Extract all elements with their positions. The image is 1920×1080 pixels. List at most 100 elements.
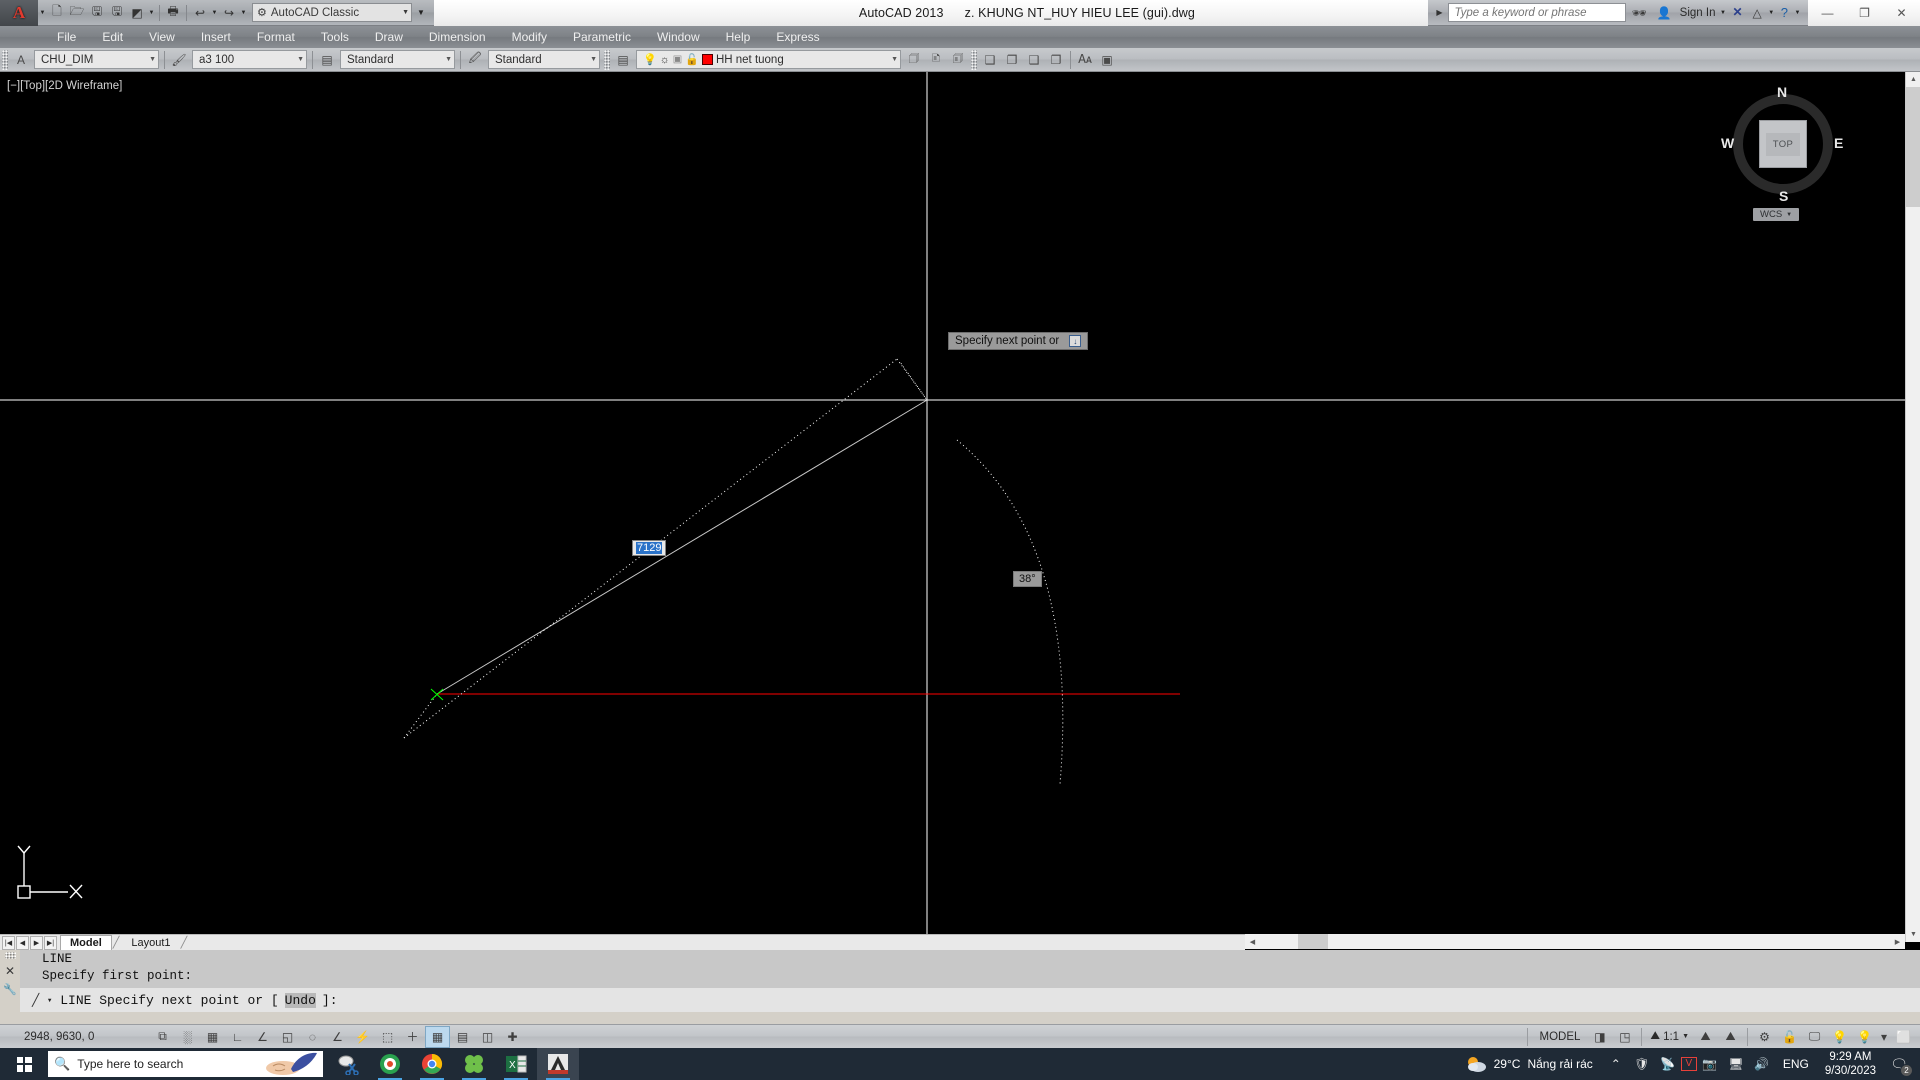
next-layout-icon[interactable]: ▶	[30, 935, 43, 950]
menu-modify[interactable]: Modify	[499, 28, 560, 46]
view-cube-face[interactable]: TOP	[1759, 120, 1807, 168]
sign-in-label[interactable]: Sign In	[1677, 7, 1719, 19]
chevron-down-icon[interactable]: ▼	[396, 9, 409, 16]
chevron-down-icon[interactable]: ▼	[885, 56, 898, 63]
open-file-icon[interactable]: 🗁	[67, 2, 87, 24]
status-auto-scale[interactable]: ⛰	[1718, 1026, 1743, 1048]
redo-icon[interactable]: ↪	[219, 2, 239, 24]
status-lightbulb-icon[interactable]: 💡	[1852, 1026, 1877, 1048]
dimension-style-combo[interactable]: a3 100 ▼	[192, 50, 307, 69]
table-style-icon[interactable]: ▤	[316, 49, 338, 70]
volume-icon[interactable]: 🔊	[1749, 1048, 1775, 1080]
chevron-down-icon[interactable]: ▼	[143, 56, 156, 63]
language-indicator[interactable]: ENG	[1775, 1057, 1817, 1071]
status-grid-display[interactable]: ░	[175, 1026, 200, 1048]
drawing-canvas[interactable]: [−][Top][2D Wireframe] Specify next poin…	[0, 72, 1905, 942]
horizontal-scroll-thumb[interactable]	[1298, 934, 1328, 949]
status-selection-cycling[interactable]: ◫	[475, 1026, 500, 1048]
down-arrow-key-hint-icon[interactable]: ↓	[1069, 335, 1082, 347]
status-ortho-mode[interactable]: ∟	[225, 1026, 250, 1048]
draworder-options-icon[interactable]: ▣	[1096, 49, 1118, 70]
view-cube[interactable]: N S W E TOP WCS ▼	[1713, 82, 1853, 232]
annotation-scale-selector[interactable]: ⛰ 1:1 ▼	[1646, 1030, 1693, 1043]
minimize-button[interactable]: —	[1809, 0, 1846, 26]
status-dynamic-input[interactable]: ⬚	[375, 1026, 400, 1048]
dimension-style-icon[interactable]: 🖌	[168, 49, 190, 70]
layer-on-bulb-icon[interactable]: 💡	[643, 53, 657, 66]
search-binoculars-icon[interactable]: 🕶	[1626, 6, 1651, 20]
help-chevron-down-icon[interactable]: ▼	[1793, 10, 1802, 16]
layer-freeze-sun-icon[interactable]: ☼	[657, 54, 670, 66]
menu-help[interactable]: Help	[713, 28, 764, 46]
status-dynamic-ucs[interactable]: ⚡	[350, 1026, 375, 1048]
autodesk-360-icon[interactable]: △	[1748, 6, 1767, 20]
scroll-right-icon[interactable]: ▶	[1890, 934, 1905, 949]
taskbar-app-recording[interactable]	[369, 1048, 411, 1080]
close-icon[interactable]: ✕	[5, 965, 15, 977]
toolbar-grip[interactable]	[604, 49, 610, 70]
taskbar-app-chrome[interactable]	[411, 1048, 453, 1080]
weather-widget[interactable]: 29°C Nắng rải rác	[1455, 1054, 1603, 1074]
status-snap-mode[interactable]: ⧉	[150, 1026, 175, 1048]
restore-button[interactable]: ❐	[1846, 0, 1883, 26]
view-cube-north-label[interactable]: N	[1777, 84, 1787, 100]
plot-preview-icon[interactable]: ◩	[127, 2, 147, 24]
layer-properties-icon[interactable]: ▤	[612, 49, 634, 70]
infocenter-expand-icon[interactable]: ▶	[1430, 8, 1448, 17]
save-icon[interactable]: 🖫	[87, 2, 107, 24]
status-workspace-switch[interactable]: ⚙	[1752, 1026, 1777, 1048]
menu-view[interactable]: View	[136, 28, 188, 46]
ucs-selector[interactable]: WCS ▼	[1753, 208, 1800, 221]
workspace-selector[interactable]: ⚙ AutoCAD Classic ▼	[252, 3, 412, 22]
close-button[interactable]: ✕	[1883, 0, 1920, 26]
command-input-row[interactable]: ╱ ▼ LINE Specify next point or [Undo]:	[20, 988, 1920, 1012]
camera-tray-icon[interactable]: 📷	[1697, 1048, 1723, 1080]
previous-layout-icon[interactable]: ◀	[16, 935, 29, 950]
text-style-icon[interactable]: A	[10, 49, 32, 70]
status-quick-properties[interactable]: ▤	[450, 1026, 475, 1048]
start-button[interactable]	[0, 1048, 48, 1080]
taskbar-app-snipping-tool[interactable]	[327, 1048, 369, 1080]
bring-to-front-icon[interactable]: ❑	[979, 49, 1001, 70]
taskbar-app-clover[interactable]	[453, 1048, 495, 1080]
qat-overflow-icon[interactable]: ▼	[412, 8, 430, 17]
command-line-grip[interactable]	[4, 952, 16, 959]
user-account-icon[interactable]: 👤	[1652, 6, 1677, 20]
toolbar-grip[interactable]	[971, 49, 977, 70]
chevron-down-icon[interactable]: ▼	[439, 56, 452, 63]
undo-chevron-down-icon[interactable]: ▼	[210, 10, 219, 16]
status-clean-screen[interactable]: ⬜	[1891, 1026, 1916, 1048]
menu-parametric[interactable]: Parametric	[560, 28, 644, 46]
taskbar-app-autocad[interactable]	[537, 1048, 579, 1080]
vertical-scroll-thumb[interactable]	[1906, 87, 1920, 207]
menu-draw[interactable]: Draw	[362, 28, 416, 46]
search-input[interactable]	[1454, 6, 1621, 19]
coordinates-readout[interactable]: 2948, 9630, 0	[0, 1031, 150, 1043]
exchange-apps-icon[interactable]: ✕	[1727, 5, 1747, 20]
view-cube-east-label[interactable]: E	[1834, 135, 1843, 151]
help-icon[interactable]: ?	[1776, 5, 1793, 20]
horizontal-scrollbar[interactable]: ◀ ▶	[1245, 934, 1905, 949]
table-style-combo[interactable]: Standard ▼	[340, 50, 455, 69]
status-annotation-visibility[interactable]: ⛰	[1693, 1026, 1718, 1048]
status-polar-tracking[interactable]: ∠	[250, 1026, 275, 1048]
scroll-down-icon[interactable]: ▼	[1906, 927, 1920, 942]
status-annotation-monitor[interactable]: ✚	[500, 1026, 525, 1048]
wrench-settings-icon[interactable]: 🔧	[3, 983, 17, 996]
view-cube-west-label[interactable]: W	[1721, 135, 1734, 151]
status-allow-ucs[interactable]: ∠	[325, 1026, 350, 1048]
tray-expand-chevron-up-icon[interactable]: ⌃	[1603, 1048, 1629, 1080]
status-grid-mode[interactable]: ▦	[200, 1026, 225, 1048]
satellite-tray-icon[interactable]: 📡	[1655, 1048, 1681, 1080]
layer-lock-icon[interactable]: 🔓	[682, 53, 699, 66]
send-to-back-icon[interactable]: ❐	[1001, 49, 1023, 70]
vlc-player-icon[interactable]: V	[1680, 1057, 1697, 1071]
bring-above-icon[interactable]: ❑	[1023, 49, 1045, 70]
menu-express[interactable]: Express	[763, 28, 832, 46]
menu-window[interactable]: Window	[644, 28, 713, 46]
menu-format[interactable]: Format	[244, 28, 308, 46]
application-menu-button[interactable]: A	[0, 0, 38, 26]
scroll-up-icon[interactable]: ▲	[1906, 72, 1920, 87]
tab-layout1[interactable]: Layout1	[122, 936, 179, 950]
status-lineweight[interactable]: ＋	[400, 1026, 425, 1048]
